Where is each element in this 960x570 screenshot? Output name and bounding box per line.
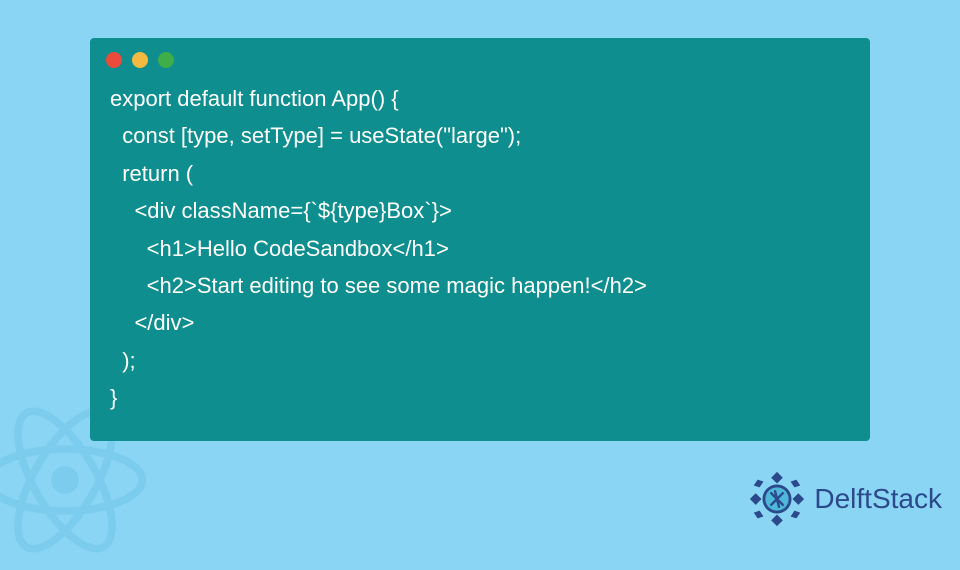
close-icon <box>106 52 122 68</box>
traffic-lights <box>90 38 870 78</box>
brand-badge-icon <box>746 468 808 530</box>
brand-logo: DelftStack <box>746 468 942 530</box>
maximize-icon <box>158 52 174 68</box>
minimize-icon <box>132 52 148 68</box>
code-window: export default function App() { const [t… <box>90 38 870 441</box>
code-block: export default function App() { const [t… <box>90 78 870 423</box>
brand-name: DelftStack <box>814 483 942 515</box>
